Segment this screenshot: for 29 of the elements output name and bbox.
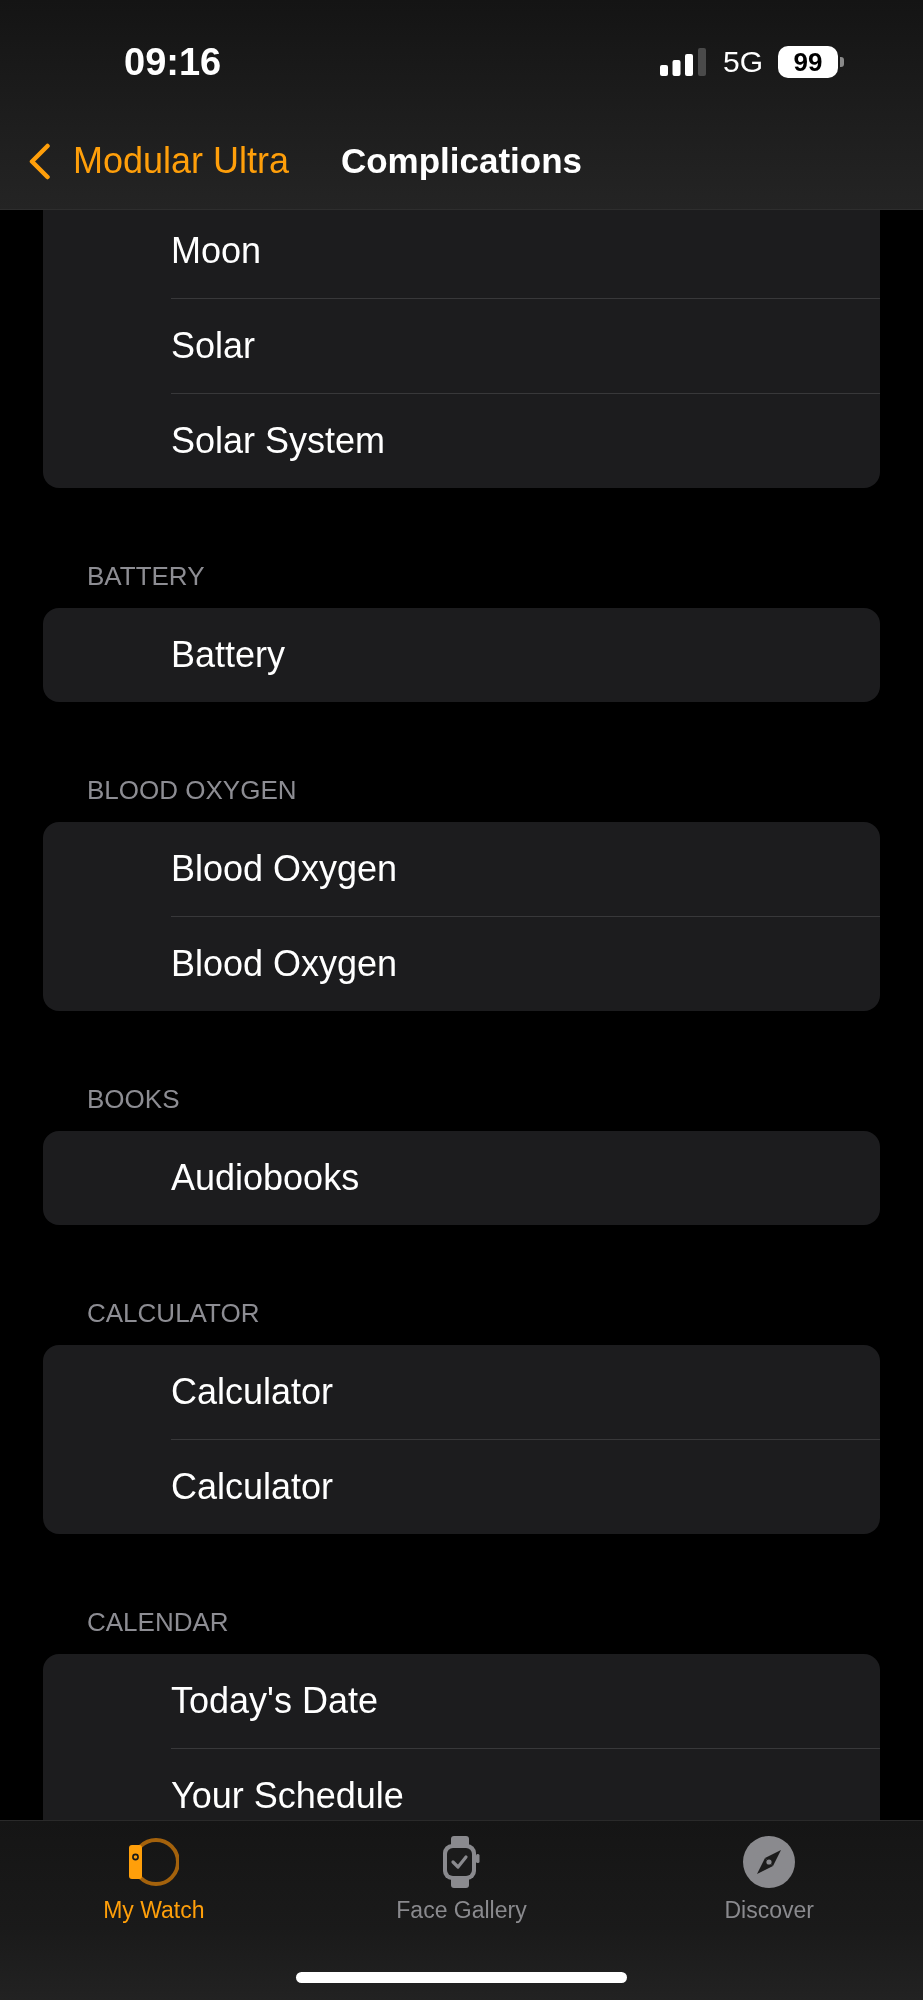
back-button[interactable]: Modular Ultra (28, 140, 290, 183)
list-item[interactable]: Calculator (171, 1465, 334, 1509)
compass-icon (743, 1836, 796, 1888)
list-item[interactable]: Audiobooks (171, 1156, 360, 1200)
list-item[interactable]: Blood Oxygen (171, 847, 398, 891)
page-title: Complications (340, 140, 583, 183)
list-item[interactable]: Blood Oxygen (171, 942, 398, 986)
section-header: BLOOD OXYGEN (86, 775, 298, 805)
network-label: 5G (722, 44, 763, 79)
battery-indicator: 99 (778, 45, 844, 78)
section-header: CALCULATOR (86, 1298, 261, 1328)
watch-check-icon (442, 1836, 481, 1888)
signal-icon (659, 47, 706, 76)
tab[interactable]: Discover (724, 1836, 814, 1924)
chevron-icon (28, 142, 51, 180)
watch-icon (128, 1836, 179, 1888)
list-item[interactable]: Solar (171, 324, 256, 368)
list-item[interactable]: Battery (171, 633, 286, 677)
list-item[interactable]: Today's Date (171, 1679, 378, 1723)
section-header: CALENDAR (86, 1607, 230, 1637)
list-item[interactable]: Your Schedule (171, 1774, 404, 1818)
section-header: BATTERY (86, 561, 206, 591)
status-time: 09:16 (124, 39, 222, 84)
tab[interactable]: My Watch (103, 1836, 205, 1924)
section-header: BOOKS (86, 1084, 181, 1114)
list-item[interactable]: Solar System (171, 419, 386, 463)
list-item[interactable]: Calculator (171, 1370, 334, 1414)
list-item[interactable]: Moon (171, 229, 262, 273)
tab[interactable]: Face Gallery (396, 1836, 527, 1924)
